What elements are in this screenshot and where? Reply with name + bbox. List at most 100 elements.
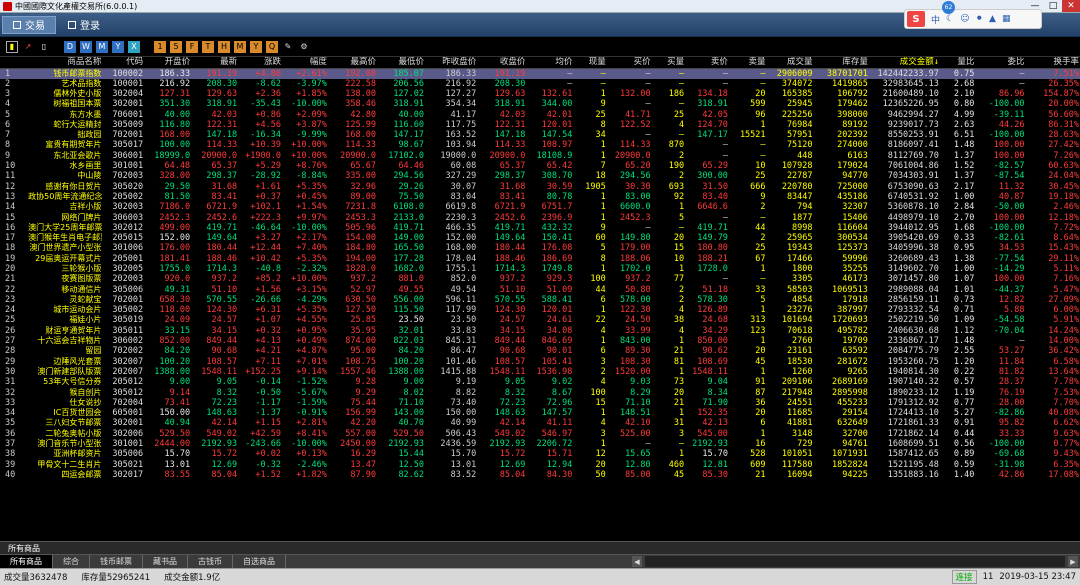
- column-header[interactable]: 幅度: [281, 57, 328, 69]
- line-chart-icon[interactable]: ↗: [22, 41, 34, 53]
- bar-chart-icon[interactable]: ▮: [6, 40, 18, 53]
- table-row[interactable]: 4 树福祖国本票 302001 351.30 318.91 -35.43 -10.00% 35…: [0, 99, 1080, 109]
- table-row[interactable]: 15 网络门牌片 306003 2452.3 2452.6 +222.3 +9.97% 245…: [0, 212, 1080, 223]
- year-period-icon[interactable]: Y: [250, 40, 262, 53]
- column-header[interactable]: 成交量: [766, 57, 814, 69]
- column-header[interactable]: 开盘价: [144, 57, 192, 69]
- column-header[interactable]: 库存量: [813, 57, 869, 69]
- table-row[interactable]: 12 感谢有你日贺片 305020 29.50 31.68 +1.61 +5.35% 32.9…: [0, 181, 1080, 192]
- moon-icon[interactable]: ☾: [946, 14, 954, 24]
- table-row[interactable]: 27 十六运会吉祥物片 306002 852.00 849.44 +4.13 +0.49% 8…: [0, 336, 1080, 346]
- scroll-right-icon[interactable]: ▶: [1068, 556, 1078, 567]
- bottom-tab[interactable]: 所有商品: [0, 555, 53, 568]
- column-header[interactable]: 商品名称: [27, 57, 103, 69]
- table-row[interactable]: 1 钱币邮票指数 100002 186.33 191.19 +4.86 +2.61% 192.…: [0, 68, 1080, 79]
- table-row[interactable]: 17 澳门猴年生肖电子邮票 205015 152.00 149.64 +3.27 +2.17…: [0, 233, 1080, 243]
- week-icon[interactable]: W: [80, 40, 92, 53]
- year-icon[interactable]: Y: [112, 40, 124, 53]
- table-row[interactable]: 6 蛇行大运精封 305009 116.80 122.31 +4.56 +3.87% 125.…: [0, 120, 1080, 130]
- column-header[interactable]: 买价: [606, 57, 652, 69]
- min5-icon[interactable]: 5: [170, 40, 182, 53]
- table-row[interactable]: 24 城市运动会片 305002 118.00 124.30 +6.31 +5.35% 127…: [0, 305, 1080, 315]
- table-row[interactable]: 31 53年大号信分券 205012 9.00 9.05 -0.14 -1.52% 9.28 9…: [0, 377, 1080, 387]
- candlestick-icon[interactable]: ▯: [38, 41, 50, 53]
- table-row[interactable]: 32 猴自创片 305012 9.14 8.32 -0.50 -5.67% 9.29 8.02 8…: [0, 387, 1080, 398]
- min1-icon[interactable]: 1: [154, 40, 166, 53]
- min30-icon[interactable]: T: [202, 40, 214, 53]
- bottom-tab[interactable]: 藏书品: [143, 555, 188, 568]
- column-header[interactable]: 均价: [526, 57, 574, 69]
- mic-icon[interactable]: ⚫: [975, 14, 983, 24]
- column-header[interactable]: 昨收盘价: [425, 57, 478, 69]
- column-header[interactable]: 量比: [939, 57, 976, 69]
- close-icon[interactable]: ✕: [1062, 0, 1080, 12]
- column-header[interactable]: 买量: [651, 57, 686, 69]
- table-row[interactable]: 10 水乡画里 301001 64.48 65.37 +5.29 +8.76% 65.67 64…: [0, 161, 1080, 171]
- table-row[interactable]: 28 留园 702002 84.20 90.68 +4.21 +4.87% 95.00 84.2…: [0, 346, 1080, 356]
- table-row[interactable]: 36 二轮兔奥帖小版 302006 529.50 549.02 +42.59 +8.41% 5…: [0, 429, 1080, 439]
- bottom-tab[interactable]: 古钱币: [188, 555, 233, 568]
- table-row[interactable]: 7 拙政园 702001 168.00 147.18 -16.34 -9.99% 168.00…: [0, 130, 1080, 140]
- table-row[interactable]: 21 夜赛图版票 202003 920.0 937.2 +85.2 +10.00% 937.2…: [0, 274, 1080, 284]
- month-icon[interactable]: M: [96, 40, 108, 53]
- horizontal-scrollbar[interactable]: ◀ ▶: [632, 556, 1080, 567]
- shirt-icon[interactable]: ▲: [989, 14, 996, 24]
- column-header[interactable]: 卖量: [728, 57, 767, 69]
- grid-icon[interactable]: ▦: [1002, 14, 1011, 24]
- bottom-tab[interactable]: 综合: [53, 555, 90, 568]
- maximize-icon[interactable]: □: [1044, 0, 1062, 12]
- min60-icon[interactable]: H: [218, 40, 230, 53]
- table-row[interactable]: 35 三八妇女节邮票 302001 40.94 42.14 +1.15 +2.81% 42.2…: [0, 418, 1080, 428]
- table-row[interactable]: 14 吉祥小版 302003 7186.0 6721.9 +102.1 +1.54% 7231…: [0, 202, 1080, 212]
- table-row[interactable]: 38 亚洲杯邮资片 305006 15.70 15.72 +0.02 +0.13% 16.29…: [0, 449, 1080, 459]
- tab-login[interactable]: 登录: [58, 16, 110, 34]
- gear-icon[interactable]: ⚙: [298, 41, 310, 53]
- column-header[interactable]: 最低价: [377, 57, 426, 69]
- table-row[interactable]: 37 澳门音乐节小型张 301001 2444.00 2192.93 -243.66 -10…: [0, 439, 1080, 449]
- column-header[interactable]: 最新: [191, 57, 239, 69]
- table-row[interactable]: 3 儒林外史小版 302004 127.31 129.63 +2.36 +1.85% 138.…: [0, 89, 1080, 99]
- table-row[interactable]: 11 中山陵 702003 328.00 298.37 -28.92 -8.84% 335.0…: [0, 171, 1080, 181]
- bottom-tab[interactable]: 自选商品: [233, 555, 286, 568]
- x-icon[interactable]: X: [128, 40, 140, 53]
- ime-toolbar[interactable]: S 62 中 ☾ ☺ ⚫ ▲ ▦: [904, 1, 1042, 29]
- table-row[interactable]: 5 东方水墨 706001 40.00 42.03 +0.86 +2.09% 42.80 40.…: [0, 109, 1080, 120]
- column-header[interactable]: 卖价: [685, 57, 729, 69]
- scroll-left-icon[interactable]: ◀: [632, 556, 642, 567]
- table-row[interactable]: 33 仕女说抄 702004 73.41 72.23 -1.17 -1.59% 75.44 71…: [0, 398, 1080, 408]
- ime-mode[interactable]: 中: [931, 13, 940, 26]
- quarter-icon[interactable]: Q: [266, 40, 278, 53]
- table-row[interactable]: 26 财运亨通贺年片 305011 33.15 34.15 +0.32 +0.95% 35.9…: [0, 326, 1080, 336]
- column-header[interactable]: 现量: [573, 57, 607, 69]
- table-row[interactable]: 34 IC百货世园会 605001 150.00 148.63 -1.37 -0.91% 15…: [0, 408, 1080, 418]
- column-header[interactable]: 委比: [975, 57, 1026, 69]
- column-header[interactable]: [0, 57, 28, 69]
- table-row[interactable]: 2 艺术品指数 100001 216.92 208.30 -8.62 -3.97% 222.5…: [0, 79, 1080, 89]
- table-row[interactable]: 40 四运会邮票 302017 83.55 85.04 +1.52 +1.82% 87.90 8…: [0, 470, 1080, 480]
- table-row[interactable]: 30 澳门新建部队版票 202007 1388.00 1548.11 +152.25 +9.…: [0, 367, 1080, 377]
- table-row[interactable]: 18 澳门世界遗产小型张 301006 176.00 180.44 +12.44 +7.40…: [0, 243, 1080, 253]
- table-row[interactable]: 19 29届奥运开幕式片 205001 181.41 188.46 +10.42 +5.35…: [0, 254, 1080, 264]
- column-header[interactable]: 涨跌: [238, 57, 282, 69]
- table-row[interactable]: 16 澳门大学25周年邮票 302012 499.00 419.71 -46.64 -10.…: [0, 223, 1080, 233]
- bottom-tab[interactable]: 钱币邮票: [90, 555, 143, 568]
- table-row[interactable]: 22 移动通信片 305006 49.31 51.10 +1.56 +3.15% 52.97 4…: [0, 284, 1080, 295]
- column-header[interactable]: 成交金额↓: [868, 57, 940, 69]
- column-header[interactable]: 最高价: [327, 57, 377, 69]
- table-row[interactable]: 8 富贵有期贺年片 305017 100.00 114.33 +10.39 +10.00% 1…: [0, 140, 1080, 150]
- column-header[interactable]: 收盘价: [477, 57, 527, 69]
- smile-icon[interactable]: ☺: [960, 14, 969, 24]
- table-row[interactable]: 23 灵蛇献宝 702001 658.30 570.55 -26.66 -4.29% 630.…: [0, 295, 1080, 305]
- table-row[interactable]: 29 边陲风光套票 302007 100.20 108.57 +7.11 +7.01% 108…: [0, 357, 1080, 367]
- table-row[interactable]: 9 东北亚会歌片 306001 18999.0 20900.0 +1900.0 +10.00…: [0, 151, 1080, 161]
- column-header[interactable]: 代码: [102, 57, 145, 69]
- tab-trade[interactable]: 交易: [2, 15, 56, 34]
- month-period-icon[interactable]: M: [234, 40, 246, 53]
- table-row[interactable]: 20 三轮猴小版 302005 1755.0 1714.3 -40.8 -2.32% 1828…: [0, 264, 1080, 274]
- note-icon[interactable]: ✎: [282, 41, 294, 53]
- column-header[interactable]: 换手率: [1025, 57, 1080, 69]
- scroll-track[interactable]: [645, 556, 1065, 567]
- min15-icon[interactable]: F: [186, 40, 198, 53]
- table-row[interactable]: 39 甲骨文十二生肖片 305021 13.01 12.69 -0.32 -2.46% 13.…: [0, 459, 1080, 470]
- table-row[interactable]: 13 政协50周年流通纪念币 205002 81.50 83.41 +0.37 +0.45%…: [0, 192, 1080, 202]
